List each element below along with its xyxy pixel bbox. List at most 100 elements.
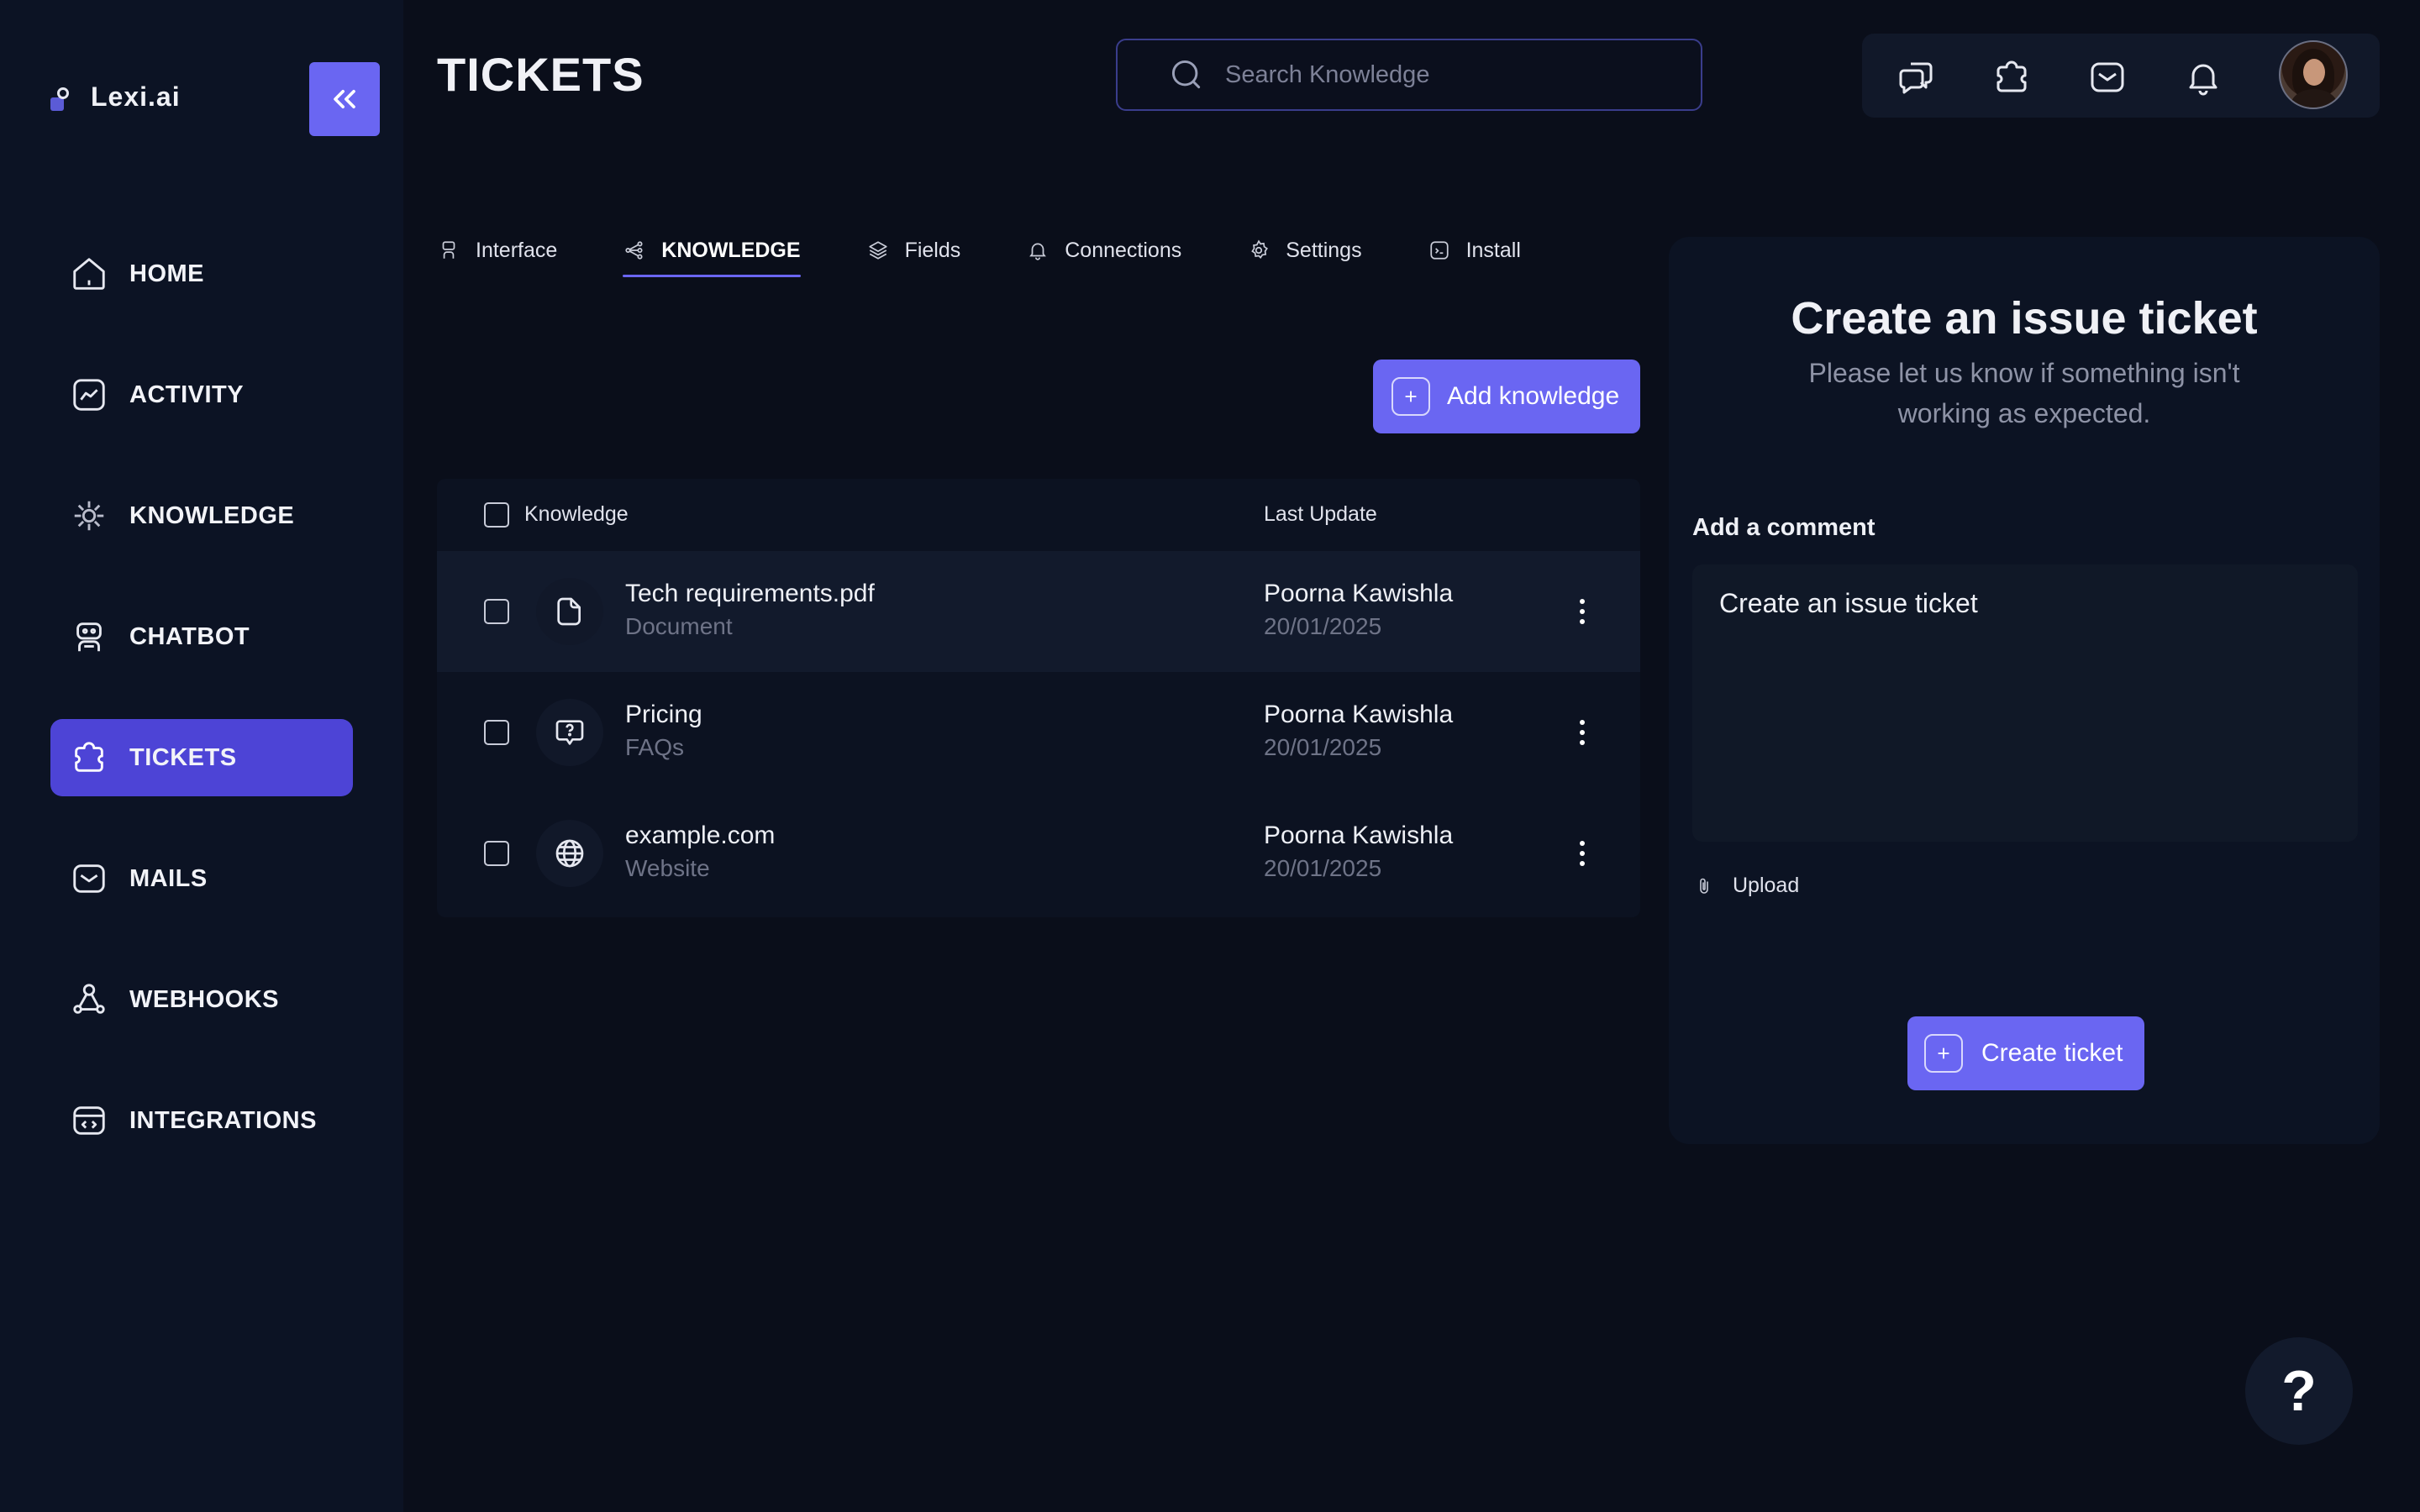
logo[interactable]: Lexi.ai	[47, 79, 181, 114]
bell-icon[interactable]	[2180, 54, 2227, 101]
knowledge-name: example.com	[625, 822, 776, 849]
sidebar-item-label: INTEGRATIONS	[129, 1106, 317, 1134]
tab-label: Interface	[476, 238, 558, 262]
add-knowledge-label: Add knowledge	[1447, 382, 1620, 410]
updated-by: Poorna Kawishla	[1264, 580, 1454, 607]
knowledge-icon	[69, 496, 109, 536]
ticket-icon[interactable]	[1988, 54, 2035, 101]
updated-date: 20/01/2025	[1264, 613, 1382, 639]
knowledge-type: Document	[625, 613, 733, 639]
help-button[interactable]: ?	[2245, 1337, 2353, 1445]
sidebar-item-label: KNOWLEDGE	[129, 501, 295, 529]
tab-knowledge[interactable]: KNOWLEDGE	[623, 234, 801, 277]
double-chevron-left-icon	[334, 90, 355, 108]
avatar[interactable]	[2279, 40, 2348, 109]
more-options-icon[interactable]	[1570, 590, 1595, 633]
knowledge-table: Knowledge Last Update Tech requirements.…	[437, 479, 1640, 917]
sidebar-item-chatbot[interactable]: CHATBOT	[50, 598, 353, 675]
search-input[interactable]	[1223, 60, 1664, 90]
knowledge-name: Tech requirements.pdf	[625, 580, 875, 607]
mail-icon	[69, 858, 109, 899]
sidebar-item-tickets[interactable]: TICKETS	[50, 719, 353, 796]
upload-button[interactable]: Upload	[1694, 874, 1799, 898]
share-nodes-icon	[623, 239, 646, 262]
faq-icon	[536, 699, 603, 766]
create-ticket-panel: Create an issue ticket Please let us kno…	[1669, 237, 2380, 1144]
home-icon	[69, 254, 109, 294]
layers-icon	[866, 239, 890, 262]
integrations-icon	[69, 1100, 109, 1141]
globe-icon	[536, 820, 603, 887]
panel-subtitle: Please let us know if something isn't wo…	[1808, 358, 2240, 428]
panel-title: Create an issue ticket	[1791, 293, 2258, 344]
table-row[interactable]: Tech requirements.pdf Document Poorna Ka…	[437, 551, 1640, 672]
page-title: TICKETS	[437, 48, 644, 101]
tickets-icon	[69, 738, 109, 778]
row-checkbox[interactable]	[484, 599, 509, 624]
tab-fields[interactable]: Fields	[866, 234, 961, 267]
help-icon: ?	[2281, 1359, 2317, 1423]
tab-label: Fields	[904, 238, 961, 262]
sidebar-item-webhooks[interactable]: WEBHOOKS	[50, 961, 353, 1038]
table-row[interactable]: Pricing FAQs Poorna Kawishla 20/01/2025	[437, 672, 1640, 793]
tab-connections[interactable]: Connections	[1026, 234, 1181, 267]
top-toolbar	[1862, 34, 2380, 118]
settings-icon	[1247, 239, 1270, 262]
sidebar-item-home[interactable]: HOME	[50, 235, 353, 312]
row-checkbox[interactable]	[484, 720, 509, 745]
knowledge-type: Website	[625, 855, 710, 881]
interface-icon	[437, 239, 460, 262]
updated-date: 20/01/2025	[1264, 855, 1382, 881]
comment-label: Add a comment	[1692, 514, 1876, 541]
table-header: Knowledge Last Update	[437, 479, 1640, 551]
collapse-sidebar-button[interactable]	[309, 62, 380, 136]
sidebar-nav: HOME ACTIVITY KNOWLEDGE CHATBOT TICKETS …	[50, 235, 353, 1203]
sidebar-item-label: TICKETS	[129, 743, 237, 771]
more-options-icon[interactable]	[1570, 711, 1595, 754]
connections-icon	[1026, 239, 1050, 262]
row-checkbox[interactable]	[484, 841, 509, 866]
document-icon	[536, 578, 603, 645]
table-row[interactable]: example.com Website Poorna Kawishla 20/0…	[437, 793, 1640, 914]
search-bar[interactable]	[1116, 39, 1702, 111]
updated-by: Poorna Kawishla	[1264, 822, 1454, 849]
sidebar-item-activity[interactable]: ACTIVITY	[50, 356, 353, 433]
app-name: Lexi.ai	[91, 81, 181, 112]
tab-interface[interactable]: Interface	[437, 234, 557, 267]
column-header-last-update: Last Update	[1264, 502, 1377, 526]
updated-by: Poorna Kawishla	[1264, 701, 1454, 728]
sidebar: Lexi.ai HOME ACTIVITY KNOWLEDGE CHATBOT …	[0, 0, 403, 1512]
sidebar-item-knowledge[interactable]: KNOWLEDGE	[50, 477, 353, 554]
column-header-knowledge: Knowledge	[524, 502, 629, 526]
plus-icon	[1924, 1034, 1963, 1073]
plus-icon	[1392, 377, 1430, 416]
mail-icon[interactable]	[2084, 54, 2131, 101]
tab-settings[interactable]: Settings	[1247, 234, 1362, 267]
sidebar-item-label: HOME	[129, 260, 204, 287]
sidebar-item-label: WEBHOOKS	[129, 985, 279, 1013]
sidebar-item-integrations[interactable]: INTEGRATIONS	[50, 1082, 353, 1159]
paperclip-icon	[1700, 878, 1708, 894]
knowledge-type: FAQs	[625, 734, 685, 760]
install-icon	[1428, 239, 1451, 262]
webhooks-icon	[69, 979, 109, 1020]
upload-label: Upload	[1733, 874, 1800, 897]
tab-bar: Interface KNOWLEDGE Fields Connections S…	[437, 234, 1586, 277]
sidebar-item-label: CHATBOT	[129, 622, 250, 650]
more-options-icon[interactable]	[1570, 832, 1595, 875]
knowledge-name: Pricing	[625, 701, 702, 728]
sidebar-item-label: ACTIVITY	[129, 381, 245, 408]
sidebar-item-mails[interactable]: MAILS	[50, 840, 353, 917]
tab-label: Settings	[1286, 238, 1362, 262]
comment-field[interactable]: Create an issue ticket	[1692, 564, 2358, 842]
create-ticket-button[interactable]: Create ticket	[1907, 1016, 2144, 1090]
activity-icon	[69, 375, 109, 415]
sidebar-item-label: MAILS	[129, 864, 208, 892]
create-ticket-label: Create ticket	[1981, 1039, 2123, 1067]
chat-icon[interactable]	[1892, 54, 1939, 101]
select-all-checkbox[interactable]	[484, 502, 509, 528]
tab-install[interactable]: Install	[1428, 234, 1521, 267]
tab-label: Install	[1465, 238, 1521, 262]
add-knowledge-button[interactable]: Add knowledge	[1373, 360, 1640, 433]
search-icon	[1171, 60, 1201, 89]
